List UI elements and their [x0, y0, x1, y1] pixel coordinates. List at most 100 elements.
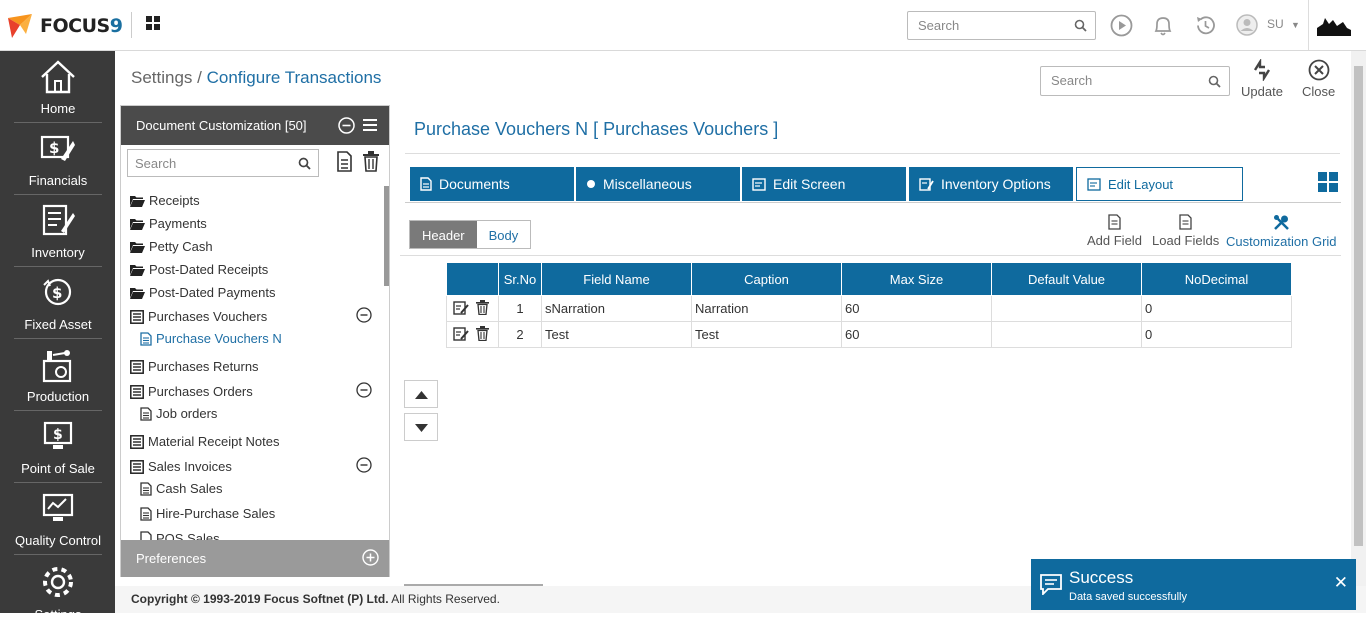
customization-grid-label: Customization Grid [1226, 234, 1337, 249]
edit-icon[interactable] [453, 326, 469, 341]
tree-item-sales-invoices[interactable]: Sales Invoices [130, 459, 232, 474]
tree-item-pos-sales[interactable]: POS Sales [140, 531, 220, 540]
user-avatar-icon[interactable] [1236, 14, 1258, 36]
layout-grid-icon[interactable] [1318, 172, 1338, 192]
arrow-up-icon [415, 391, 428, 399]
column-header[interactable]: Sr.No [498, 262, 542, 296]
tree-item-purchases-returns[interactable]: Purchases Returns [130, 359, 259, 374]
nav-home[interactable]: Home [14, 51, 102, 123]
table-row[interactable]: 1 sNarration Narration 60 0 [446, 295, 1292, 322]
breadcrumb-root[interactable]: Settings [131, 68, 192, 87]
play-icon[interactable] [1110, 14, 1133, 37]
toast-close-icon[interactable]: ✕ [1334, 573, 1348, 593]
nav-inventory-label: Inventory [31, 245, 85, 260]
update-button[interactable]: Update [1241, 57, 1283, 99]
expand-icon[interactable] [362, 549, 379, 566]
column-header[interactable]: Max Size [841, 262, 992, 296]
load-fields-label: Load Fields [1152, 233, 1220, 248]
table-row[interactable]: 2 Test Test 60 0 [446, 321, 1292, 348]
tree-item-purchases-vouchers[interactable]: Purchases Vouchers [130, 309, 267, 324]
apps-grid-icon[interactable] [146, 16, 161, 31]
cell-field-name: sNarration [541, 295, 692, 322]
nav-quality-control[interactable]: Quality Control [14, 483, 102, 555]
nav-settings[interactable]: Settings [14, 555, 102, 627]
nav-fixed-asset[interactable]: $ Fixed Asset [14, 267, 102, 339]
delete-icon[interactable] [475, 299, 489, 315]
folder-icon [130, 195, 145, 207]
customization-grid-button[interactable]: Customization Grid [1226, 214, 1337, 249]
column-header[interactable]: Field Name [541, 262, 692, 296]
tab-miscellaneous[interactable]: Miscellaneous [576, 167, 740, 201]
add-field-button[interactable]: Add Field [1087, 214, 1142, 248]
collapse-all-icon[interactable] [338, 117, 355, 134]
page-search-input[interactable]: Search [1040, 66, 1230, 96]
nav-financials[interactable]: $ Financials [14, 123, 102, 195]
close-button[interactable]: Close [1302, 59, 1335, 99]
tree-item-post-dated-receipts[interactable]: Post-Dated Receipts [130, 262, 268, 277]
tree-item-purchase-vouchers-n[interactable]: Purchase Vouchers N [140, 331, 282, 346]
building-icon [1317, 18, 1351, 36]
cell-no-decimal: 0 [1141, 295, 1292, 322]
scrollbar-thumb[interactable] [1354, 66, 1363, 546]
nav-inventory[interactable]: Inventory [14, 195, 102, 267]
list-icon [130, 359, 144, 374]
tree-item-material-receipt-notes[interactable]: Material Receipt Notes [130, 434, 280, 449]
column-header[interactable]: NoDecimal [1141, 262, 1292, 296]
focus-logo[interactable]: FOCUS9 [6, 12, 123, 40]
tab-edit-screen[interactable]: Edit Screen [742, 167, 906, 201]
cell-max-size: 60 [841, 295, 992, 322]
tree-item-receipts[interactable]: Receipts [130, 193, 200, 208]
edit-icon[interactable] [453, 300, 469, 315]
nav-production-label: Production [26, 389, 90, 404]
search-icon [1074, 19, 1087, 32]
global-search-input[interactable]: Search [907, 11, 1096, 40]
add-field-icon [1108, 214, 1121, 230]
page-scrollbar[interactable] [1351, 51, 1366, 586]
tab-documents[interactable]: Documents [410, 167, 574, 201]
tree-item-payments[interactable]: Payments [130, 216, 207, 231]
list-icon [130, 459, 144, 474]
tab-label: Inventory Options [941, 176, 1051, 192]
document-icon [140, 406, 152, 421]
body-segment-button[interactable]: Body [476, 221, 531, 248]
toast-message: Data saved successfully [1069, 591, 1187, 603]
user-menu[interactable]: SU ▼ [1267, 17, 1300, 31]
delete-icon[interactable] [475, 325, 489, 341]
tree-item-cash-sales[interactable]: Cash Sales [140, 481, 222, 496]
column-header[interactable]: Caption [691, 262, 842, 296]
collapse-icon[interactable] [356, 382, 372, 398]
move-down-button[interactable] [404, 413, 438, 441]
tab-edit-layout[interactable]: Edit Layout [1076, 167, 1243, 201]
history-icon[interactable] [1194, 14, 1217, 37]
cell-field-name: Test [541, 321, 692, 348]
collapse-icon[interactable] [356, 457, 372, 473]
move-up-button[interactable] [404, 380, 438, 408]
column-header[interactable]: Default Value [991, 262, 1142, 296]
preferences-section[interactable]: Preferences [121, 540, 389, 577]
tree-item-hire-purchase-sales[interactable]: Hire-Purchase Sales [140, 506, 275, 521]
edit-layout-icon [1087, 177, 1101, 191]
close-label: Close [1302, 84, 1336, 99]
tree-search-input[interactable]: Search [127, 149, 319, 177]
menu-icon[interactable] [363, 119, 377, 131]
tree-item-post-dated-payments[interactable]: Post-Dated Payments [130, 285, 275, 300]
rights-text: All Rights Reserved. [388, 592, 500, 606]
delete-icon[interactable] [362, 151, 380, 172]
tab-inventory-options[interactable]: Inventory Options [909, 167, 1073, 201]
document-tree-panel: Document Customization [50] Search Recei… [120, 105, 390, 577]
tree-item-petty-cash[interactable]: Petty Cash [130, 239, 213, 254]
page-header: Settings / Configure Transactions Search… [115, 51, 1351, 106]
header-segment-button[interactable]: Header [410, 221, 477, 248]
bell-icon[interactable] [1152, 14, 1174, 37]
tree-scrollbar[interactable] [384, 186, 389, 286]
load-fields-button[interactable]: Load Fields [1152, 214, 1219, 248]
nav-production[interactable]: Production [14, 339, 102, 411]
copyright-text: Copyright © 1993-2019 Focus Softnet (P) … [131, 592, 389, 606]
collapse-icon[interactable] [356, 307, 372, 323]
document-list-icon[interactable] [336, 151, 353, 172]
tree-item-job-orders[interactable]: Job orders [140, 406, 217, 421]
cell-max-size: 60 [841, 321, 992, 348]
nav-point-of-sale[interactable]: $ Point of Sale [14, 411, 102, 483]
fields-table: Sr.No Field Name Caption Max Size Defaul… [446, 262, 1292, 348]
tree-item-purchases-orders[interactable]: Purchases Orders [130, 384, 253, 399]
